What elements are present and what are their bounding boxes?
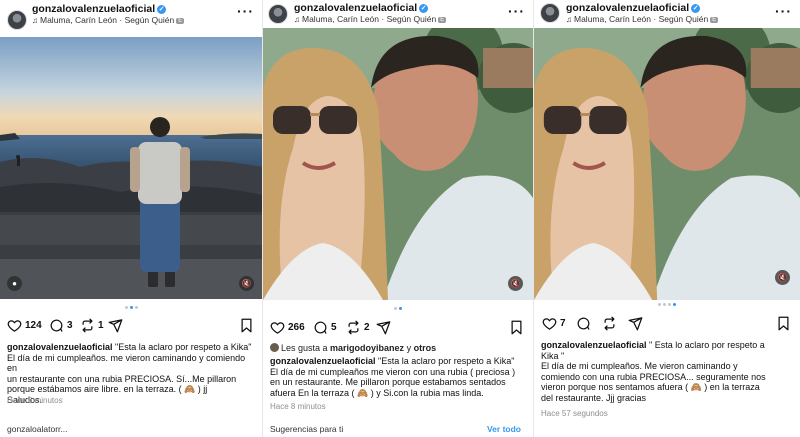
save-button[interactable] [240,318,253,338]
muted-icon[interactable]: 🔇 [775,270,790,285]
explicit-badge: E [710,17,719,23]
music-info[interactable]: ♫ Maluma, Carín León · Según Quién E [32,15,185,25]
like-button[interactable]: 266 [270,320,305,335]
avatar[interactable] [540,3,560,23]
comment-count: 3 [67,320,73,331]
share-button[interactable] [108,318,126,333]
muted-icon[interactable]: 🔇 [239,276,254,291]
like-count: 266 [288,322,305,333]
music-note-icon: ♫ [566,15,572,24]
post-photo[interactable]: ● 🔇 [0,37,262,299]
comment-icon [577,317,590,330]
post-time: Hace 8 minutos [270,402,326,411]
user-tag-icon[interactable]: ● [7,276,22,291]
like-button[interactable]: 7 [542,316,566,331]
repost-icon [604,316,615,331]
caption-username[interactable]: gonzalovalenzuelaoficial [7,342,113,352]
comment-icon [314,321,327,334]
caption-username[interactable]: gonzalovalenzuelaoficial [541,340,647,350]
post-header: gonzalovalenzuelaoficial ✓ ♫ Maluma, Carín… [0,0,262,34]
photo-couple-selfie [263,28,533,300]
photo-couple-selfie [534,28,800,300]
save-icon [511,320,522,335]
liker-avatar [270,343,279,352]
explicit-badge: E [176,18,185,24]
verified-icon: ✓ [157,5,167,14]
repost-count: 2 [364,322,370,333]
caption: gonzalovalenzuelaoficial "Esta la aclaro… [270,356,516,398]
share-icon [628,317,643,331]
see-all-link[interactable]: Ver todo [487,424,521,434]
comment-icon [50,319,63,332]
heart-icon [270,322,285,334]
post-time: Hace 6 minutos [7,396,63,405]
like-button[interactable]: 124 [7,318,42,333]
more-icon[interactable]: ··· [508,3,525,19]
liked-by[interactable]: Les gusta a marigodoyibanez y otros [270,343,436,353]
post-time: Hace 57 segundos [541,409,608,418]
share-button[interactable] [628,316,646,331]
action-bar: 7 [534,316,800,334]
carousel-dots [0,306,262,309]
like-count: 124 [25,320,42,331]
repost-button[interactable]: 2 [346,320,370,335]
comment-button[interactable]: 3 [49,318,73,333]
verified-icon: ✓ [691,4,701,13]
more-icon[interactable]: ··· [775,3,792,19]
carousel-dots [263,307,533,310]
photo-man-at-sea [0,37,262,299]
muted-icon[interactable]: 🔇 [508,276,523,291]
caption: gonzalovalenzuelaoficial " Esta lo aclar… [541,340,766,403]
repost-button[interactable]: 1 [80,318,104,333]
like-count: 7 [560,318,566,329]
suggestions-heading: Sugerencias para ti [270,424,344,434]
repost-count: 1 [98,320,104,331]
music-note-icon: ♫ [32,16,38,25]
share-icon [108,319,123,333]
music-info[interactable]: ♫ Maluma, Carín León · Según Quién E [294,14,447,24]
heart-icon [542,318,557,330]
save-button[interactable] [777,316,790,336]
more-icon[interactable]: ··· [237,3,254,19]
music-info[interactable]: ♫ Maluma, Carín León · Según Quién E [566,14,719,24]
avatar[interactable] [268,4,288,24]
save-icon [778,316,789,331]
share-icon [376,321,391,335]
heart-icon [7,320,22,332]
username[interactable]: gonzalovalenzuelaoficial ✓ [294,2,429,14]
comment-count: 5 [331,322,337,333]
post-panel-1: gonzalovalenzuelaoficial ✓ ♫ Maluma, Carín… [0,0,262,437]
next-post-username[interactable]: gonzaloalatorr... [7,424,67,434]
username[interactable]: gonzalovalenzuelaoficial ✓ [566,2,701,14]
repost-button[interactable] [602,316,620,331]
save-icon [241,318,252,333]
save-button[interactable] [510,320,523,340]
verified-icon: ✓ [419,4,429,13]
carousel-dots [534,303,800,306]
share-button[interactable] [376,320,394,335]
comment-button[interactable] [576,316,594,331]
post-panel-3: gonzalovalenzuelaoficial ✓ ♫ Maluma, Carín… [534,0,800,437]
comment-button[interactable]: 5 [313,320,337,335]
action-bar: 124 3 1 [0,318,262,336]
post-photo[interactable]: 🔇 [263,28,533,300]
post-panel-2: gonzalovalenzuelaoficial ✓ ♫ Maluma, Carín… [263,0,533,437]
action-bar: 266 5 2 [263,320,533,338]
post-photo[interactable]: 🔇 [534,28,800,300]
username[interactable]: gonzalovalenzuelaoficial ✓ [32,3,167,15]
avatar[interactable] [7,10,27,30]
repost-icon [82,318,93,333]
caption-username[interactable]: gonzalovalenzuelaoficial [270,356,376,366]
repost-icon [348,320,359,335]
explicit-badge: E [438,17,447,23]
music-note-icon: ♫ [294,15,300,24]
